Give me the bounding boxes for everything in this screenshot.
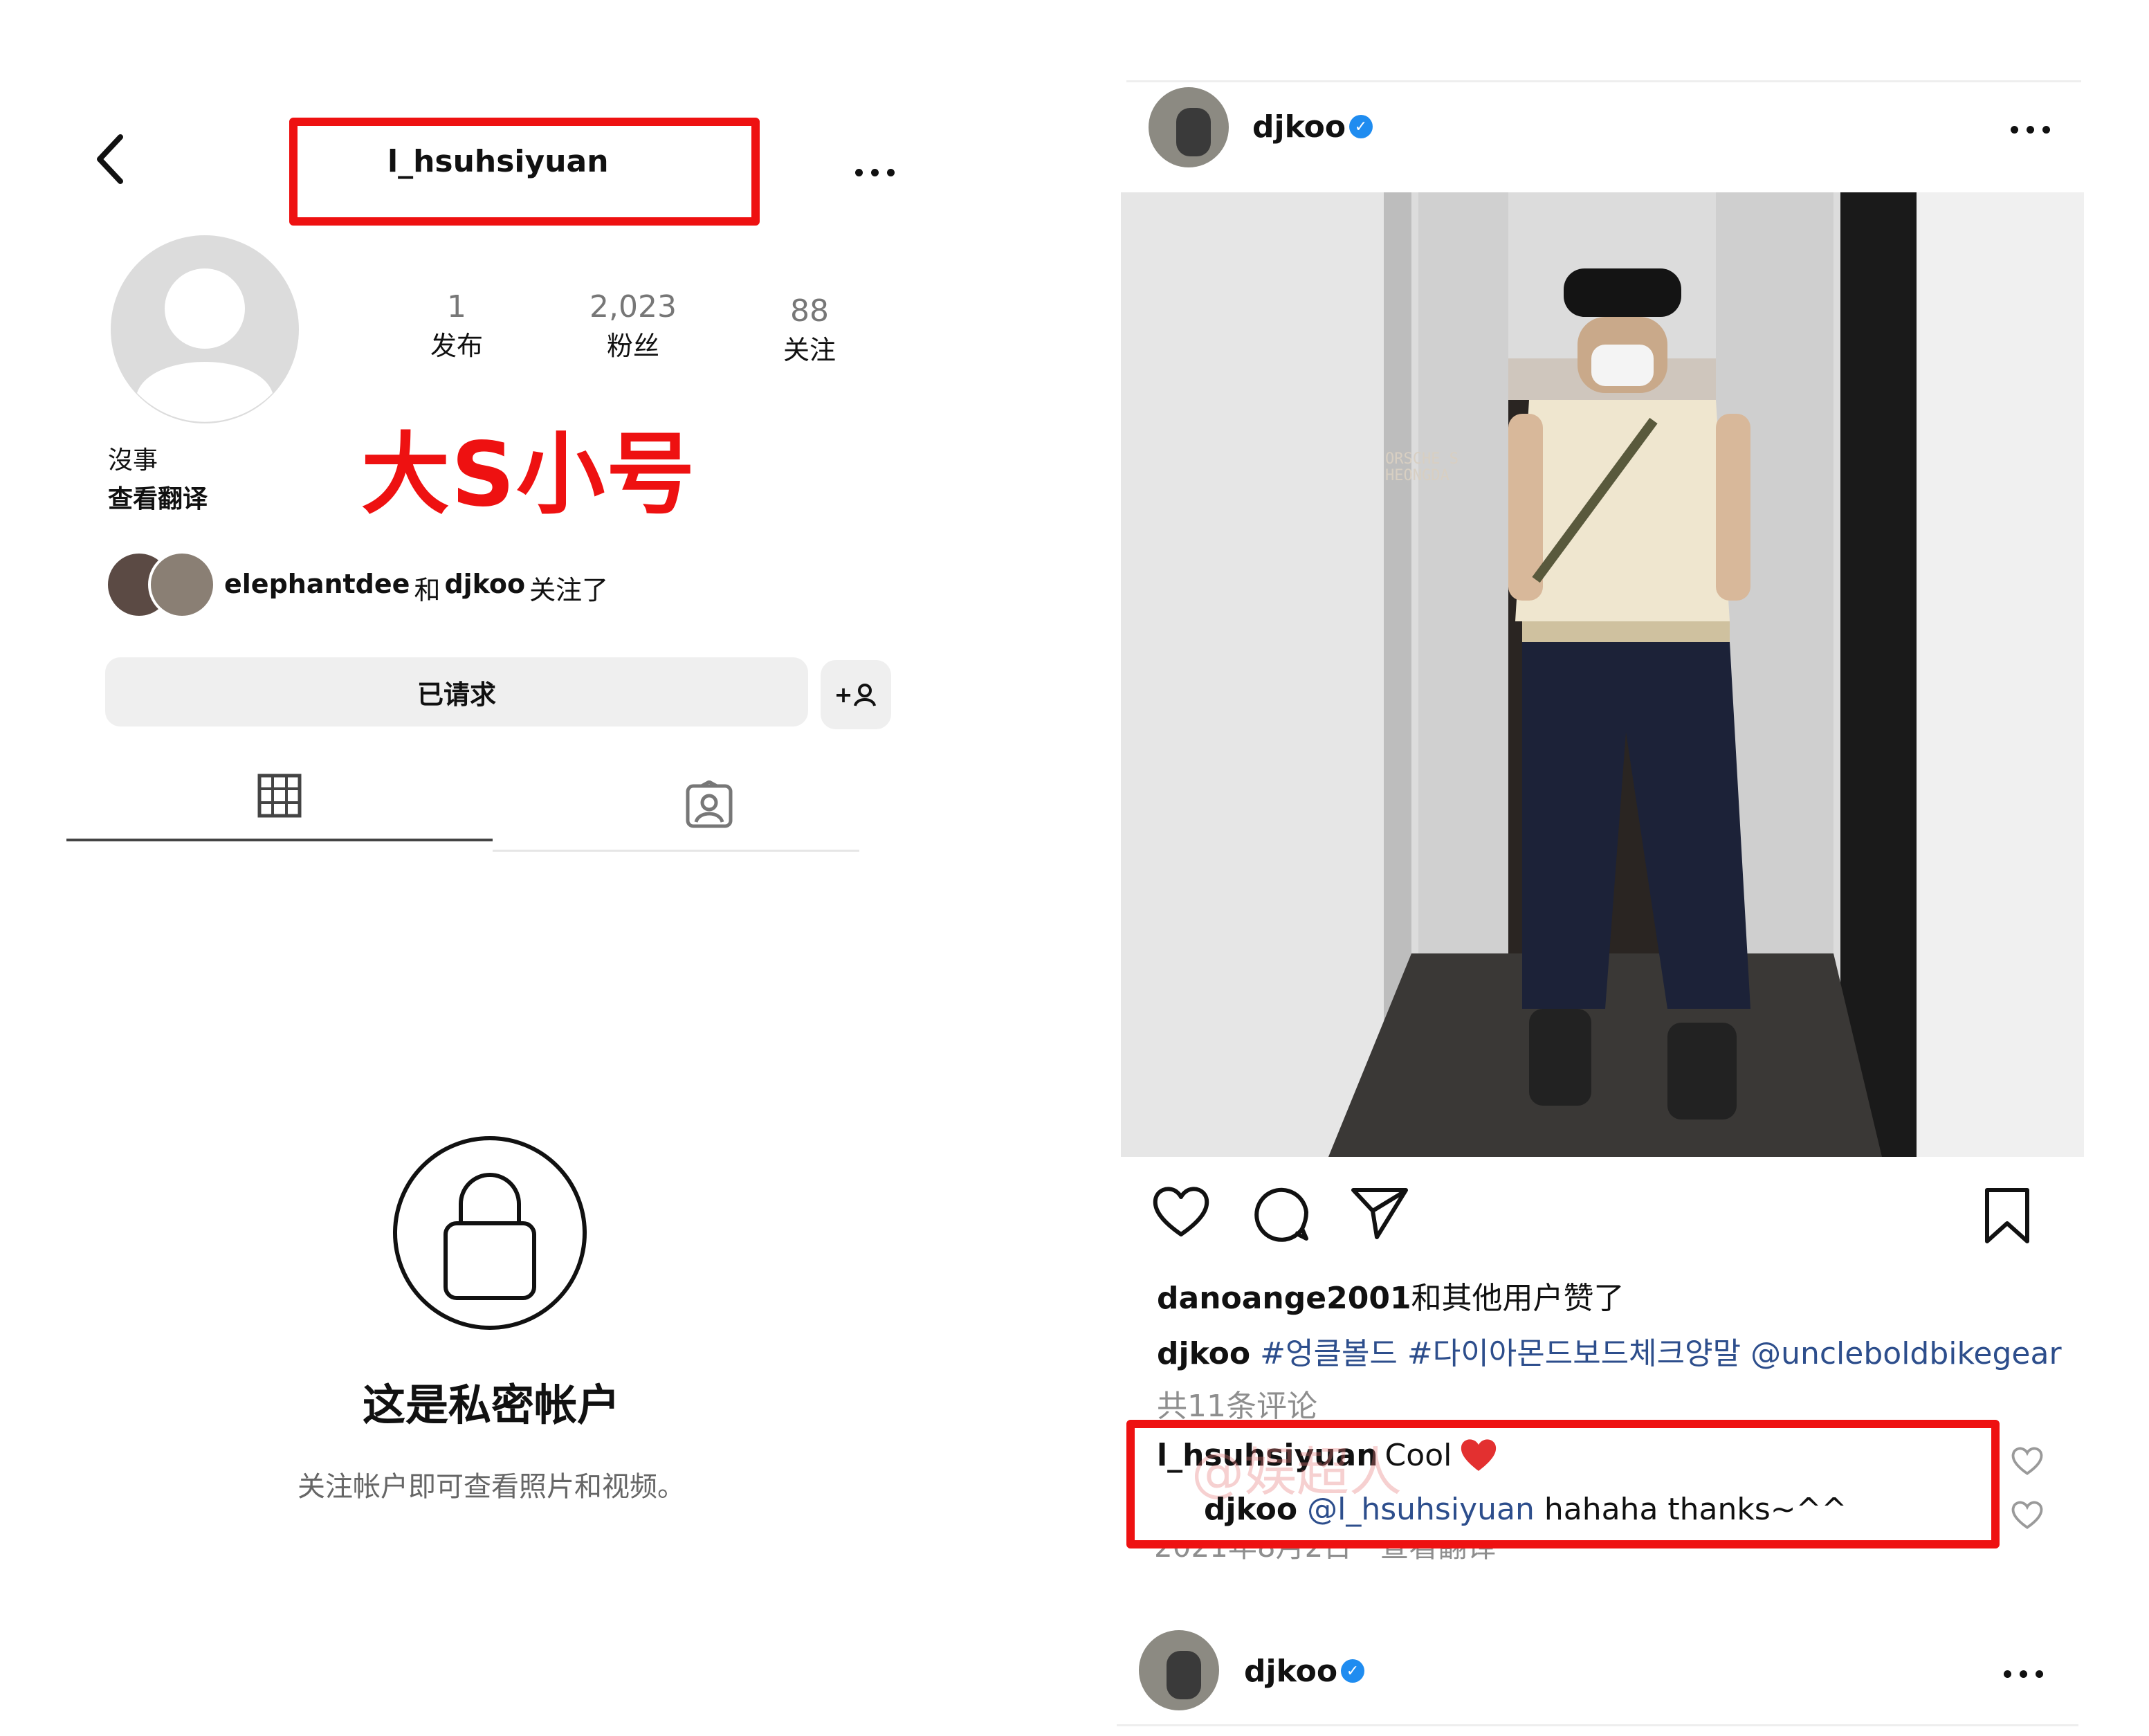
add-friend-plus: + xyxy=(834,682,853,708)
person-icon xyxy=(854,684,877,706)
stat-followers-value: 2,023 xyxy=(589,289,677,325)
tagged-tab-icon[interactable] xyxy=(685,780,733,829)
stat-posts-label: 发布 xyxy=(430,331,483,361)
liked-by-row: danoange2001和其他用户赞了 xyxy=(1157,1273,1625,1317)
back-chevron-icon[interactable] xyxy=(90,131,131,187)
comment-like-icon[interactable] xyxy=(2011,1446,2044,1477)
liked-by-text: 和其他用户赞了 xyxy=(1411,1281,1625,1316)
photo-sign-text: ORSCHE S HEONGDA xyxy=(1385,450,1458,484)
requested-button[interactable]: 已请求 xyxy=(105,657,808,727)
caption-hashtag-1[interactable]: #엉클볼드 xyxy=(1260,1336,1398,1371)
liked-by-name[interactable]: danoange2001 xyxy=(1157,1281,1411,1316)
next-post-author-name[interactable]: djkoo xyxy=(1244,1654,1337,1689)
active-tab-underline xyxy=(66,839,493,841)
translate-link[interactable]: 查看翻译 xyxy=(108,479,208,515)
follower-name-1[interactable]: elephantdee xyxy=(224,569,410,607)
post-caption: djkoo #엉클볼드 #다이아몬드보드체크양말 @uncleboldbikeg… xyxy=(1157,1328,2062,1373)
comment-highlight-box xyxy=(1126,1420,2000,1548)
like-heart-icon[interactable] xyxy=(1151,1185,1211,1240)
next-post-options-icon[interactable] xyxy=(2004,1670,2043,1678)
post-options-icon[interactable] xyxy=(2011,126,2050,134)
username-highlight-box xyxy=(289,118,760,226)
stat-posts-value: 1 xyxy=(447,289,466,325)
bottom-divider xyxy=(1117,1724,2078,1726)
post-author-avatar[interactable] xyxy=(1149,87,1229,167)
followed-by-text: elephantdee 和 djkoo 关注了 xyxy=(224,569,608,607)
followed-by-suffix: 关注了 xyxy=(529,575,609,605)
stat-posts[interactable]: 1 发布 xyxy=(387,289,526,363)
private-account-subtitle: 关注帐户即可查看照片和视频。 xyxy=(298,1471,685,1503)
post-author-name[interactable]: djkoo xyxy=(1252,109,1346,145)
verified-badge-icon: ✓ xyxy=(1349,115,1373,138)
caption-author[interactable]: djkoo xyxy=(1157,1336,1250,1371)
private-account-title: 这是私密帐户 xyxy=(362,1380,620,1430)
caption-hashtag-2[interactable]: #다이아몬드보드체크양말 xyxy=(1407,1336,1741,1371)
save-bookmark-icon[interactable] xyxy=(1983,1186,2031,1245)
share-send-icon[interactable] xyxy=(1349,1186,1410,1241)
next-post-author-avatar[interactable] xyxy=(1139,1630,1219,1710)
profile-bio: 沒事 xyxy=(108,446,158,475)
stat-followers[interactable]: 2,023 粉丝 xyxy=(560,289,706,363)
top-divider xyxy=(1126,80,2081,82)
add-friend-button[interactable]: + xyxy=(821,660,891,729)
caption-mention[interactable]: @uncleboldbikegear xyxy=(1750,1336,2061,1371)
annotation-text: 大S小号 xyxy=(361,423,697,527)
stat-following-label: 关注 xyxy=(783,335,836,365)
stat-following-value: 88 xyxy=(790,293,829,329)
tab-divider xyxy=(493,850,859,852)
post-photo[interactable]: ORSCHE S HEONGDA xyxy=(1121,192,2084,1157)
comment-icon[interactable] xyxy=(1251,1185,1310,1243)
lock-icon xyxy=(393,1136,587,1330)
profile-avatar xyxy=(111,235,299,423)
comments-count-link[interactable]: 共11条评论 xyxy=(1157,1381,1317,1425)
follower-avatar-2 xyxy=(148,551,216,619)
stat-following[interactable]: 88 关注 xyxy=(740,293,879,367)
more-options-icon[interactable] xyxy=(855,169,895,176)
stat-followers-label: 粉丝 xyxy=(606,331,659,361)
next-post-verified-badge-icon: ✓ xyxy=(1341,1659,1364,1683)
reply-like-icon[interactable] xyxy=(2011,1500,2044,1531)
followed-by-connector: 和 xyxy=(414,575,441,605)
follower-name-2[interactable]: djkoo xyxy=(444,569,525,607)
grid-tab-icon[interactable] xyxy=(257,774,302,818)
